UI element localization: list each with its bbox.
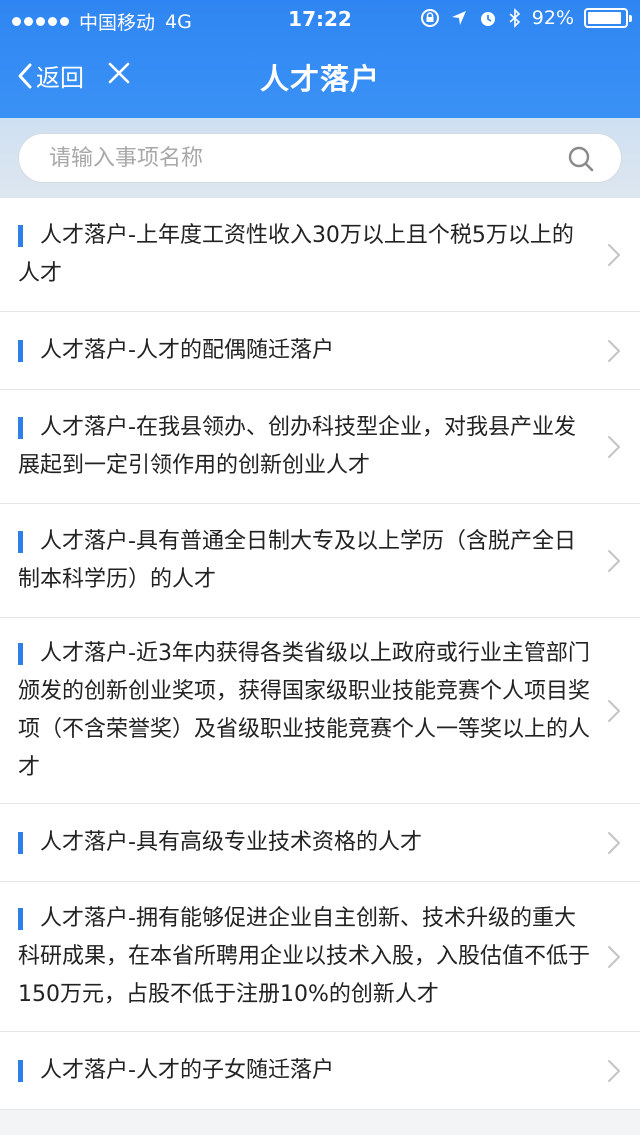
chevron-right-icon — [608, 339, 620, 362]
list-item-label: 人才落户-拥有能够促进企业自主创新、技术升级的重大科研成果，在本省所聘用企业以技… — [18, 905, 591, 1007]
status-right: 92% — [420, 7, 632, 29]
list-item[interactable]: 人才落户-在我县领办、创办科技型企业，对我县产业发展起到一定引领作用的创新创业人… — [0, 390, 640, 504]
status-bar: 中国移动 4G 17:22 92% — [0, 0, 640, 38]
chevron-right-icon — [608, 243, 620, 266]
list-item-label: 人才落户-具有普通全日制大专及以上学历（含脱产全日制本科学历）的人才 — [18, 528, 576, 592]
list-item[interactable]: 人才落户-具有普通全日制大专及以上学历（含脱产全日制本科学历）的人才 — [0, 504, 640, 618]
list-item-label: 人才落户-人才的子女随迁落户 — [40, 1057, 334, 1083]
list-item-label: 人才落户-上年度工资性收入30万以上且个税5万以上的人才 — [18, 222, 574, 286]
list-item[interactable]: 人才落户-上年度工资性收入30万以上且个税5万以上的人才 — [0, 198, 640, 312]
battery-level — [588, 12, 622, 24]
chevron-right-icon — [608, 435, 620, 458]
list-item[interactable]: 人才落户-人才的子女随迁落户 — [0, 1032, 640, 1110]
rotation-lock-icon — [420, 9, 439, 27]
list-item-label: 人才落户-近3年内获得各类省级以上政府或行业主管部门颁发的创新创业奖项，获得国家… — [18, 640, 591, 780]
search-input[interactable] — [49, 134, 549, 182]
location-icon — [451, 11, 466, 25]
chevron-right-icon — [608, 549, 620, 572]
list-item[interactable]: 人才落户-近3年内获得各类省级以上政府或行业主管部门颁发的创新创业奖项，获得国家… — [0, 618, 640, 804]
list-item-label: 人才落户-具有高级专业技术资格的人才 — [40, 829, 422, 855]
alarm-icon — [480, 12, 495, 26]
search-bar-area — [0, 118, 640, 198]
bluetooth-icon — [509, 8, 520, 28]
item-list: 人才落户-上年度工资性收入30万以上且个税5万以上的人才人才落户-人才的配偶随迁… — [0, 198, 640, 1110]
battery-percent: 92% — [531, 7, 574, 29]
page-title: 人才落户 — [259, 62, 380, 96]
list-item-label: 人才落户-在我县领办、创办科技型企业，对我县产业发展起到一定引领作用的创新创业人… — [18, 414, 576, 478]
list-item[interactable]: 人才落户-具有高级专业技术资格的人才 — [0, 804, 640, 882]
nav-bar: 返回 人才落户 — [0, 38, 640, 118]
chevron-right-icon — [608, 1059, 620, 1082]
chevron-right-icon — [608, 945, 620, 968]
search-box[interactable] — [18, 133, 622, 183]
battery-icon — [584, 8, 632, 28]
search-icon[interactable] — [567, 145, 595, 173]
chevron-right-icon — [608, 831, 620, 854]
list-item[interactable]: 人才落户-人才的配偶随迁落户 — [0, 312, 640, 390]
list-item-label: 人才落户-人才的配偶随迁落户 — [40, 337, 334, 363]
top-bar: 中国移动 4G 17:22 92% 返回 人才落户 — [0, 0, 640, 118]
list-item[interactable]: 人才落户-拥有能够促进企业自主创新、技术升级的重大科研成果，在本省所聘用企业以技… — [0, 882, 640, 1032]
chevron-right-icon — [608, 699, 620, 722]
